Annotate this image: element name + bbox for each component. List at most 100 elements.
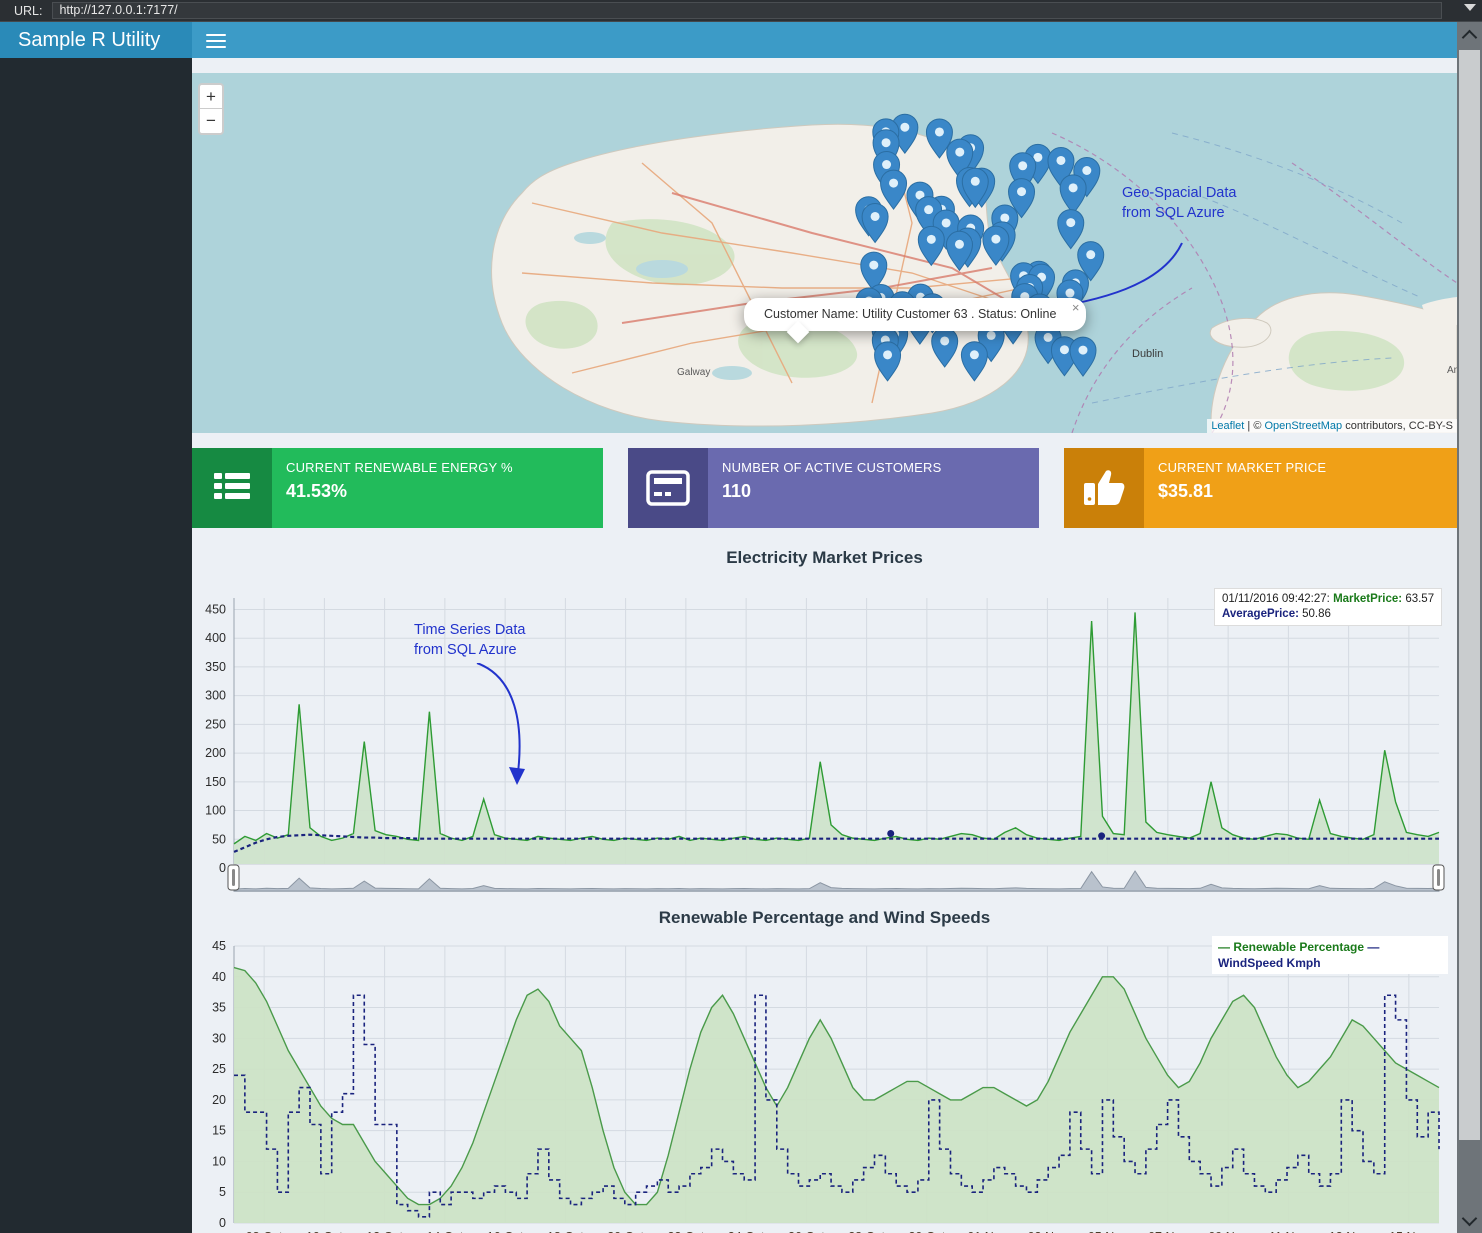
y-axis-tick: 300 [205,689,226,703]
data-point-highlight[interactable] [887,830,895,838]
credit-card-icon [628,448,708,528]
legend-entry-renewable: — Renewable Percentage [1218,940,1365,954]
chart1-tooltip: 01/11/2016 09:42:27: MarketPrice: 63.57 A… [1214,588,1443,626]
y-axis-tick: 20 [212,1093,226,1107]
chart1-plot-area[interactable]: 05010015020025030035040045008 Oct10 Oct1… [192,568,1457,913]
browser-url-bar: URL: http://127.0.0.1:7177/ [0,0,1482,22]
map-marker-dot [969,350,979,360]
map-marker-dot [954,239,964,249]
map-marker-dot [986,330,996,340]
svg-text:Galway: Galway [677,367,710,378]
chart1-annotation-line1: Time Series Data [414,622,526,638]
hamburger-icon[interactable] [206,30,226,50]
map-zoom-controls[interactable]: + − [198,83,224,135]
map-marker-dot [889,178,899,188]
main-content: Galway Dublin Anglesey Bangor St Asaph S… [192,58,1457,1233]
url-input[interactable]: http://127.0.0.1:7177/ [52,2,1443,19]
map-marker-dot [900,122,910,132]
chart-panel-renewable: Renewable Percentage and Wind Speeds 0 5 1… [192,908,1457,1233]
map-marker-dot [1000,213,1010,223]
map-marker-dot [940,336,950,346]
y-axis-tick: 40 [212,970,226,984]
map-marker-dot [883,350,893,360]
svg-text:Anglesey: Anglesey [1447,365,1457,376]
y-axis-tick: 30 [212,1031,226,1045]
zoom-out-button[interactable]: − [200,109,222,133]
osm-link[interactable]: OpenStreetMap [1264,420,1342,432]
map-panel[interactable]: Galway Dublin Anglesey Bangor St Asaph S… [192,73,1457,433]
y-axis-tick: 450 [205,602,226,616]
map-attribution: Leaflet | © OpenStreetMap contributors, … [1207,419,1457,433]
chart1-annotation-arrow [476,663,525,785]
y-axis-tick: 150 [205,775,226,789]
map-marker-dot [882,160,892,170]
y-axis-tick: 45 [212,939,226,953]
map-marker-dot [869,260,879,270]
info-box-value: 41.53% [286,481,348,501]
map-marker-popup[interactable]: × Customer Name: Utility Customer 63 . S… [744,298,1087,331]
tooltip-averageprice-label: AveragePrice: [1222,608,1299,620]
map-marker-dot [1078,345,1088,355]
map-marker-dot [926,234,936,244]
chart2-title: Renewable Percentage and Wind Speeds [658,908,991,927]
map-marker-dot [870,211,880,221]
popup-text: Customer Name: Utility Customer 63 . Sta… [764,307,1057,321]
map-marker-dot [924,205,934,215]
url-label: URL: [14,3,43,18]
info-box-title: NUMBER OF ACTIVE CUSTOMERS [722,460,942,475]
chart1-annotation: Time Series Data from SQL Azure [414,620,525,660]
y-axis-tick: 35 [212,1001,226,1015]
info-box-value: 110 [722,481,752,501]
tooltip-marketprice-value: 63.57 [1405,593,1435,605]
close-icon[interactable]: × [1072,300,1080,315]
map-marker-dot [1043,332,1053,342]
scroll-up-arrow[interactable] [1457,22,1482,48]
tooltip-averageprice-value: 50.86 [1302,608,1331,620]
map-marker-dot [1056,155,1066,165]
chart-panel-market-prices: Electricity Market Prices 0 50 100 150 200 25… [192,548,1457,918]
map-marker-dot [1018,161,1028,171]
y-axis-tick: 0 [219,1216,226,1230]
chart1-range-selector[interactable] [192,863,1457,893]
scroll-down-arrow[interactable] [1457,1207,1482,1233]
y-axis-tick: 350 [205,660,226,674]
top-navbar [192,22,1457,58]
chevron-down-icon[interactable] [1464,4,1476,11]
brand-title: Sample R Utility [0,22,192,58]
y-axis-tick: 25 [212,1062,226,1076]
info-box-3[interactable]: CURRENT MARKET PRICE $35.81 [1064,448,1457,528]
chart1-title: Electricity Market Prices [726,548,923,567]
map-tiles: Galway Dublin Anglesey Bangor St Asaph S… [192,73,1457,433]
info-box-value: $35.81 [1158,481,1214,501]
map-marker-dot [991,234,1001,244]
y-axis-tick: 15 [212,1124,226,1138]
chart2-legend: — Renewable Percentage — WindSpeed Kmph [1212,936,1448,974]
application-window: Sample R Utility Galway Dublin An + − Ge… [0,22,1482,1233]
leaflet-link[interactable]: Leaflet [1211,420,1244,432]
thumbs-up-icon [1064,448,1144,528]
window-scrollbar[interactable] [1457,22,1482,1233]
map-annotation: Geo-Spacial Data from SQL Azure [1122,183,1236,223]
sidebar [0,58,192,1233]
map-marker-dot [941,218,951,228]
chart2-plot-area[interactable]: 05101520253035404508 Oct10 Oct12 Oct14 O… [192,928,1457,1233]
zoom-in-button[interactable]: + [200,85,222,109]
map-marker-dot [1082,166,1092,176]
tooltip-marketprice-label: MarketPrice: [1333,593,1403,605]
y-axis-tick: 5 [219,1185,226,1199]
map-marker-dot [1068,183,1078,193]
attribution-rest: contributors, CC-BY-S [1342,420,1453,432]
map-marker-dot [955,147,965,157]
map-marker-dot [1059,345,1069,355]
map-marker-dot [970,176,980,186]
map-marker-dot [1017,187,1027,197]
info-box-row: CURRENT RENEWABLE ENERGY % 41.53% NUMBER O… [192,448,1457,538]
info-box-1[interactable]: CURRENT RENEWABLE ENERGY % 41.53% [192,448,603,528]
y-axis-tick: 200 [205,746,226,760]
map-marker-dot [881,138,891,148]
y-axis-tick: 400 [205,631,226,645]
y-axis-tick: 250 [205,717,226,731]
info-box-2[interactable]: NUMBER OF ACTIVE CUSTOMERS 110 [628,448,1039,528]
scrollbar-thumb[interactable] [1459,50,1480,1140]
data-point-highlight[interactable] [1098,832,1106,840]
